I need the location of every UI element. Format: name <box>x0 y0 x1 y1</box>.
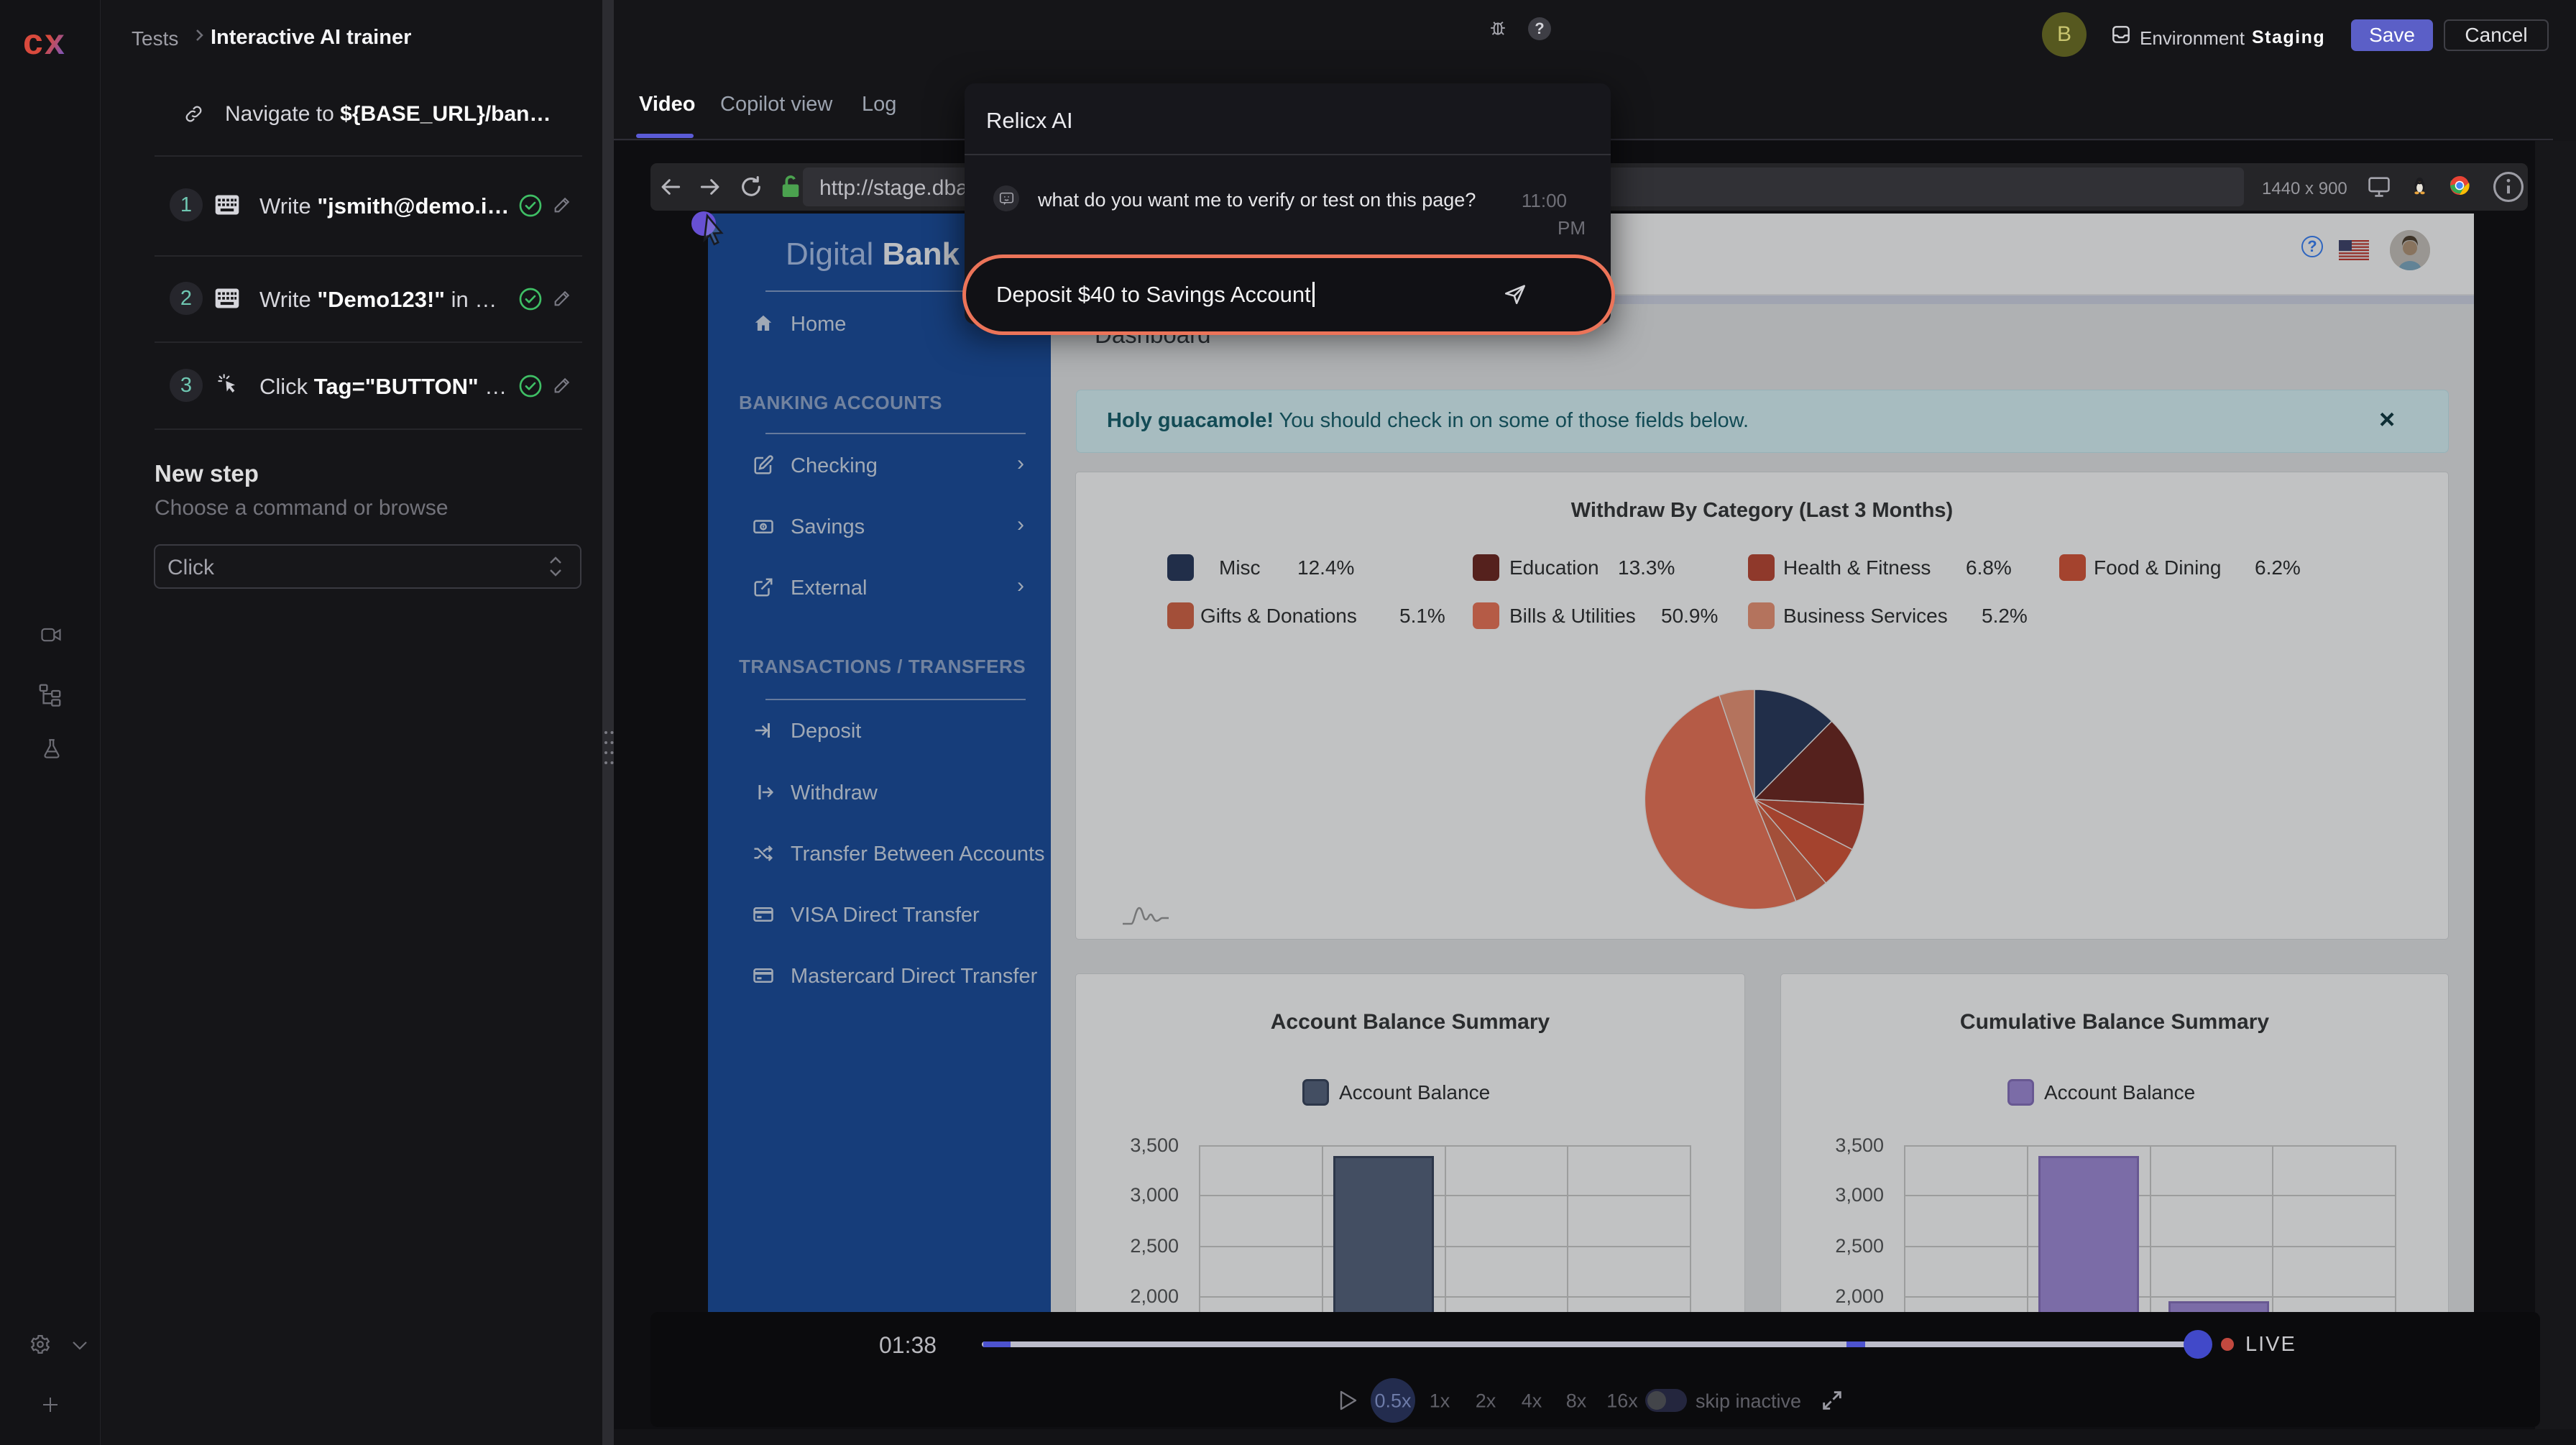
svg-text:x: x <box>45 22 65 59</box>
svg-text:c: c <box>24 22 43 59</box>
